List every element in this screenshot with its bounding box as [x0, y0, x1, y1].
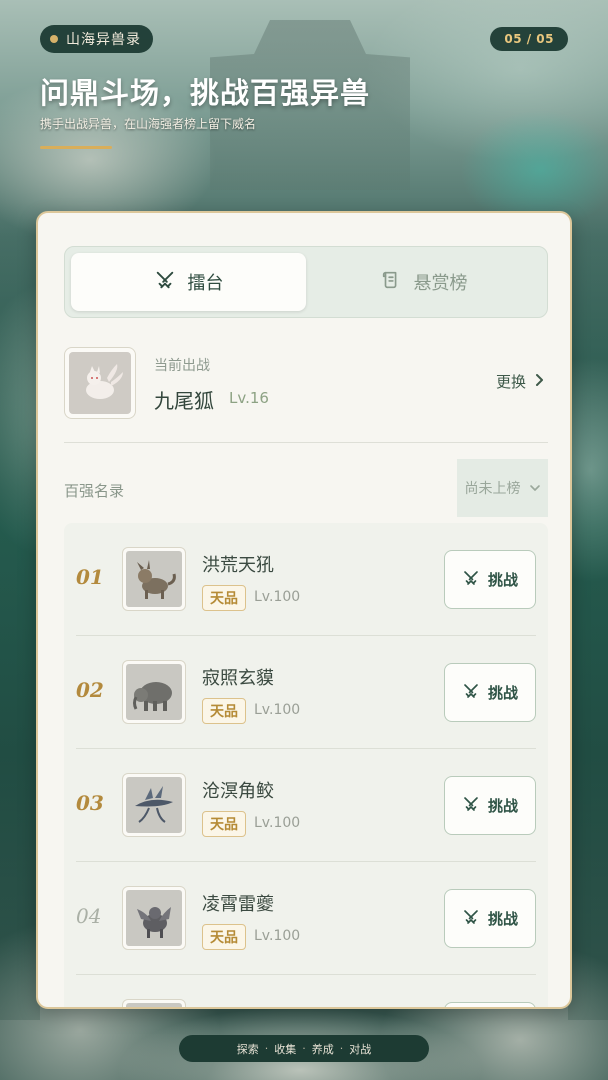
app-name-chip: 山海异兽录 — [40, 25, 153, 53]
current-pet-label: 当前出战 — [154, 358, 210, 374]
nav-battle[interactable]: 对战 — [349, 1041, 371, 1057]
rank-status-label: 尚未上榜 — [464, 481, 521, 497]
beast-image — [126, 777, 182, 833]
challenge-button[interactable]: 挑战 — [444, 550, 536, 609]
nav-separator: · — [264, 1042, 269, 1055]
current-pet-panel: 当前出战 九尾狐 Lv.16 更换 — [64, 347, 548, 419]
current-pet-name: 九尾狐 — [154, 389, 214, 413]
chevron-down-icon — [529, 480, 541, 496]
nav-separator: · — [302, 1042, 306, 1055]
challenge-label: 挑战 — [487, 910, 518, 928]
tab-arena[interactable]: 擂台 — [71, 253, 306, 311]
crossed-swords-icon — [462, 908, 480, 930]
section-divider — [64, 442, 548, 443]
ranking-title: 百强名录 — [64, 482, 125, 500]
nav-explore[interactable]: 探索 — [237, 1041, 259, 1057]
change-pet-label: 更换 — [495, 373, 526, 391]
crossed-swords-icon — [154, 269, 176, 296]
beast-avatar — [122, 547, 186, 611]
nav-train[interactable]: 养成 — [312, 1041, 334, 1057]
challenge-button[interactable]: 挑战 — [444, 776, 536, 835]
ranking-row: 03 沧溟角鲛 天品 Lv.100 挑战 — [76, 749, 536, 862]
tab-bounty[interactable]: 悬赏榜 — [306, 253, 541, 311]
rank-number: 04 — [76, 904, 102, 928]
beast-image — [126, 664, 182, 720]
beast-avatar — [122, 886, 186, 950]
ranking-list: 01 洪荒天犼 天品 Lv.100 挑战 02 寂照玄貘 天品 Lv.100 挑… — [64, 523, 548, 1007]
tab-arena-label: 擂台 — [187, 273, 224, 294]
ranking-row-partial — [76, 975, 536, 1007]
chevron-right-icon — [534, 373, 544, 391]
grade-badge: 天品 — [202, 924, 246, 950]
beast-name: 凌霄雷夔 — [202, 894, 274, 915]
page-indicator: 05 / 05 — [490, 27, 568, 51]
nine-tailed-fox-image — [69, 352, 131, 414]
beast-name: 沧溟角鲛 — [202, 781, 274, 802]
change-pet-button[interactable]: 更换 — [496, 371, 544, 392]
beast-avatar — [122, 999, 186, 1007]
beast-level: Lv.100 — [254, 928, 301, 944]
beast-level: Lv.100 — [254, 815, 301, 831]
ranking-row: 02 寂照玄貘 天品 Lv.100 挑战 — [76, 636, 536, 749]
beast-avatar — [122, 660, 186, 724]
title-underline — [40, 146, 112, 149]
current-pet-level: Lv.16 — [229, 389, 269, 407]
rank-number: 03 — [76, 791, 104, 815]
beast-name: 寂照玄貘 — [202, 668, 274, 689]
tab-bar: 擂台 悬赏榜 — [64, 246, 548, 318]
gold-dot-icon — [50, 35, 58, 43]
tab-bounty-label: 悬赏榜 — [413, 273, 468, 294]
beast-level: Lv.100 — [254, 589, 301, 605]
rank-number: 01 — [76, 565, 104, 589]
rank-status-dropdown[interactable]: 尚未上榜 — [457, 459, 548, 517]
challenge-button[interactable]: 挑战 — [444, 663, 536, 722]
beast-avatar — [122, 773, 186, 837]
footer-nav: 探索 · 收集 · 养成 · 对战 — [179, 1035, 429, 1062]
challenge-button[interactable]: 挑战 — [444, 889, 536, 948]
arena-card: 擂台 悬赏榜 当前出战 九尾狐 Lv.16 更换 百强名录 尚未上榜 01 洪荒… — [36, 211, 572, 1009]
nav-collect[interactable]: 收集 — [274, 1041, 296, 1057]
crossed-swords-icon — [462, 682, 480, 704]
beast-name: 洪荒天犼 — [202, 555, 274, 576]
grade-badge: 天品 — [202, 698, 246, 724]
crossed-swords-icon — [462, 569, 480, 591]
right-border-art — [568, 200, 608, 1020]
challenge-label: 挑战 — [487, 684, 518, 702]
page-title: 问鼎斗场，挑战百强异兽 — [40, 76, 371, 110]
beast-image — [126, 551, 182, 607]
grade-badge: 天品 — [202, 585, 246, 611]
rank-number: 02 — [76, 678, 104, 702]
ranking-row: 01 洪荒天犼 天品 Lv.100 挑战 — [76, 523, 536, 636]
beast-level: Lv.100 — [254, 702, 301, 718]
beast-image — [126, 1003, 182, 1007]
challenge-label: 挑战 — [487, 797, 518, 815]
page-subtitle: 携手出战异兽，在山海强者榜上留下威名 — [40, 117, 257, 131]
beast-image — [126, 890, 182, 946]
nav-separator: · — [339, 1042, 344, 1055]
challenge-label: 挑战 — [487, 571, 518, 589]
left-border-art — [0, 200, 40, 1020]
app-name: 山海异兽录 — [66, 32, 141, 48]
ranking-row: 04 凌霄雷夔 天品 Lv.100 挑战 — [76, 862, 536, 975]
grade-badge: 天品 — [202, 811, 246, 837]
current-pet-avatar — [64, 347, 136, 419]
challenge-button[interactable] — [444, 1002, 536, 1007]
scroll-icon — [380, 269, 402, 296]
crossed-swords-icon — [462, 795, 480, 817]
